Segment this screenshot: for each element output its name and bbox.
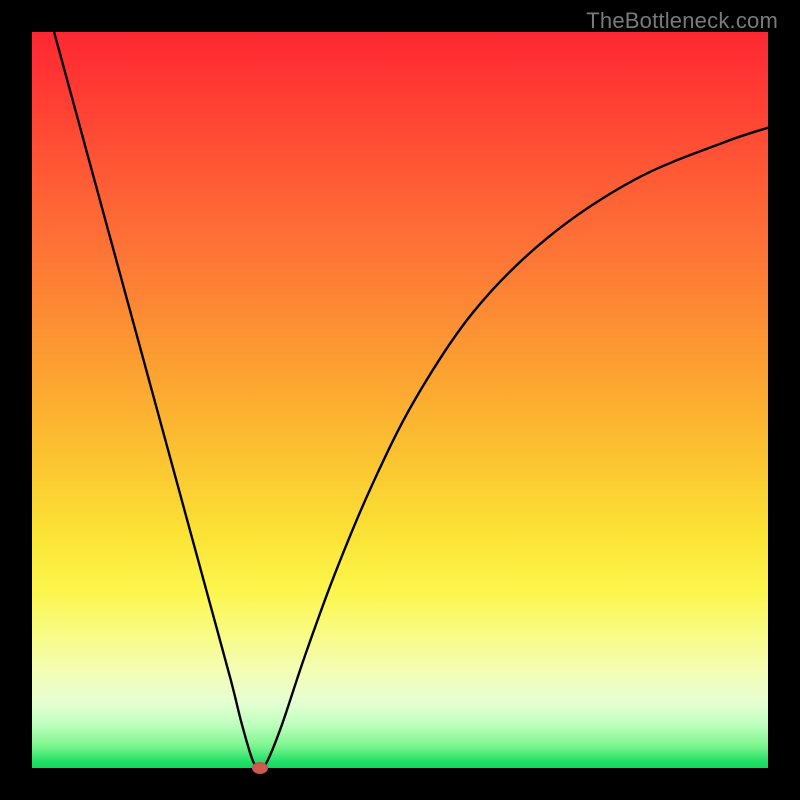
curve-svg xyxy=(32,32,768,768)
min-marker xyxy=(252,762,268,774)
bottleneck-curve-path xyxy=(54,32,768,768)
watermark-text: TheBottleneck.com xyxy=(586,8,778,34)
plot-area xyxy=(32,32,768,768)
chart-frame: TheBottleneck.com xyxy=(0,0,800,800)
